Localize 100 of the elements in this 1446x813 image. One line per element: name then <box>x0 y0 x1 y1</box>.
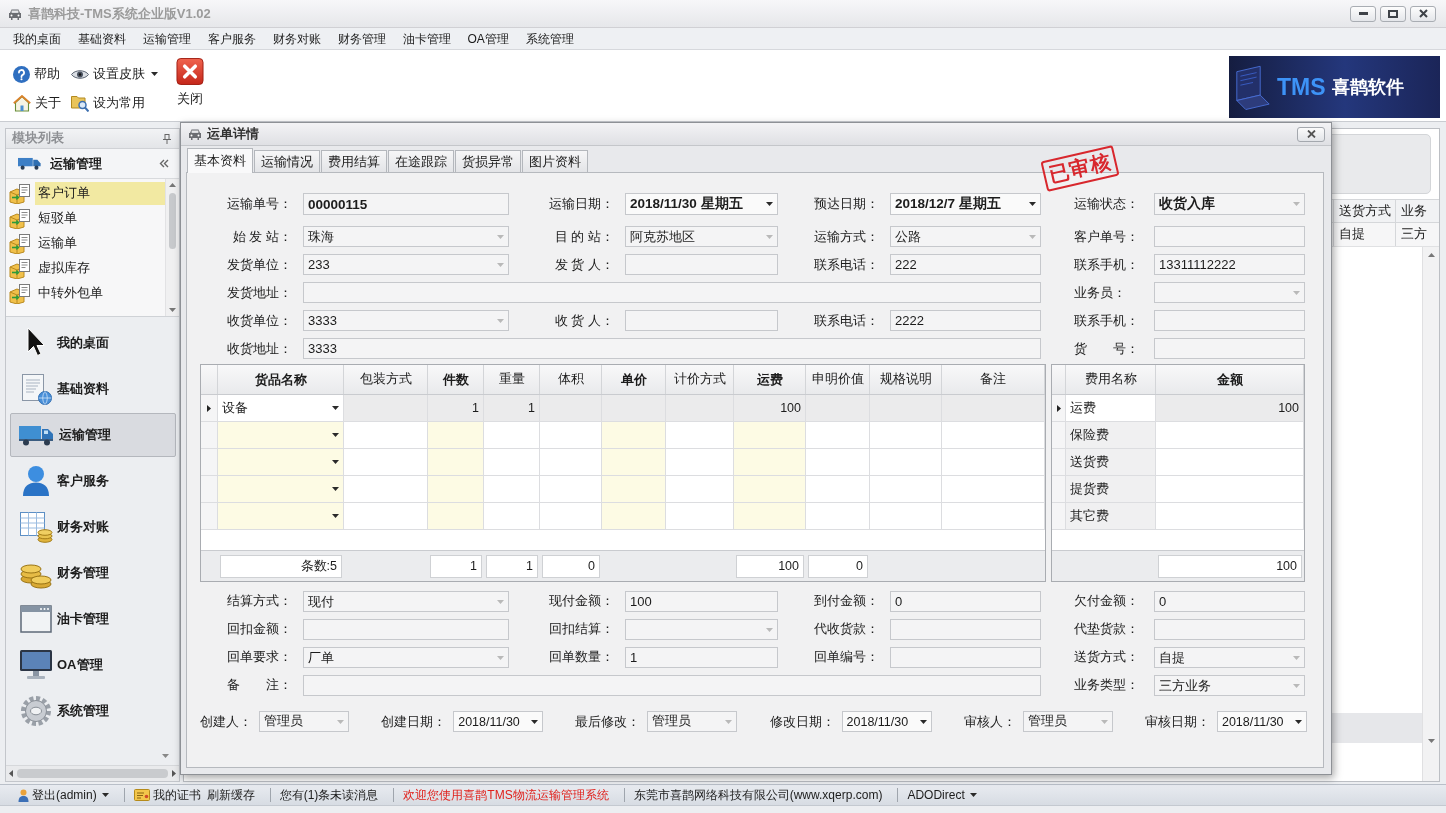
nav-item[interactable]: 基础资料 <box>10 367 176 411</box>
text-field[interactable]: 3333 <box>303 338 1041 359</box>
pin-icon[interactable] <box>163 133 171 144</box>
text-field[interactable]: 1 <box>625 647 778 668</box>
text-field[interactable]: 100 <box>625 591 778 612</box>
status-item[interactable]: 东莞市喜鹊网络科技有限公司(www.xqerp.com) <box>633 786 883 804</box>
dropdown-field[interactable]: 233 <box>303 254 509 275</box>
scrollbar-thumb[interactable] <box>17 769 168 778</box>
tab[interactable]: 图片资料 <box>522 150 588 172</box>
date-field[interactable]: 2018/11/30 <box>841 711 932 732</box>
text-field[interactable] <box>1154 310 1305 331</box>
dropdown-field[interactable]: 阿克苏地区 <box>625 226 778 247</box>
column-header[interactable]: 费用名称 <box>1066 365 1156 394</box>
row-selector[interactable] <box>1052 395 1066 421</box>
text-field[interactable] <box>303 282 1041 303</box>
menu-item[interactable]: 系统管理 <box>517 28 583 49</box>
scroll-up-icon[interactable] <box>1427 253 1435 257</box>
tab[interactable]: 基本资料 <box>187 148 253 173</box>
group-header[interactable]: 运输管理 <box>6 149 179 179</box>
status-item[interactable]: 您有(1)条未读消息 <box>279 786 379 804</box>
list-item[interactable]: 中转外包单 <box>6 281 165 306</box>
status-item[interactable]: 刷新缓存 <box>206 786 255 804</box>
text-field[interactable] <box>625 254 778 275</box>
scroll-down-icon[interactable] <box>162 754 169 758</box>
menu-item[interactable]: 客户服务 <box>199 28 264 49</box>
dropdown-field[interactable]: 收货入库 <box>1154 193 1305 215</box>
dropdown-field[interactable]: 厂单 <box>303 647 509 668</box>
menu-item[interactable]: 基础资料 <box>69 28 134 49</box>
text-field[interactable]: 222 <box>890 254 1041 275</box>
column-header[interactable]: 计价方式 <box>666 365 734 394</box>
tab[interactable]: 费用结算 <box>321 150 387 172</box>
menu-item[interactable]: 油卡管理 <box>394 28 459 49</box>
nav-item[interactable]: 客户服务 <box>10 459 176 503</box>
nav-item[interactable]: 运输管理 <box>10 413 176 457</box>
status-item[interactable]: 我的证书 <box>133 786 201 804</box>
scroll-up-icon[interactable] <box>169 183 176 187</box>
dropdown-field[interactable]: 珠海 <box>303 226 509 247</box>
column-header[interactable]: 备注 <box>942 365 1045 394</box>
dropdown-cell[interactable] <box>218 476 344 502</box>
list-item[interactable]: 运输单 <box>6 231 165 256</box>
column-header[interactable]: 货品名称 <box>218 365 344 394</box>
tab[interactable]: 货损异常 <box>455 150 521 172</box>
column-header[interactable]: 金额 <box>1156 365 1304 394</box>
dropdown-field[interactable]: 管理员 <box>647 711 738 732</box>
list-item[interactable]: 虚拟库存 <box>6 256 165 281</box>
scroll-down-icon[interactable] <box>169 308 176 312</box>
minimize-button[interactable] <box>1350 5 1376 22</box>
column-header[interactable]: 重量 <box>484 365 540 394</box>
date-field[interactable]: 2018/12/7 星期五 <box>890 193 1041 215</box>
row-selector[interactable] <box>201 395 218 421</box>
column-header[interactable]: 规格说明 <box>870 365 942 394</box>
dropdown-field[interactable]: 现付 <box>303 591 509 612</box>
menu-item[interactable]: OA管理 <box>459 28 518 49</box>
text-field[interactable]: 2222 <box>890 310 1041 331</box>
scroll-down-icon[interactable] <box>1427 739 1435 743</box>
text-field[interactable]: 0 <box>1154 591 1305 612</box>
text-field[interactable] <box>890 647 1041 668</box>
text-field[interactable] <box>890 619 1041 640</box>
dropdown-field[interactable]: 公路 <box>890 226 1041 247</box>
text-field[interactable] <box>1154 226 1305 247</box>
column-header[interactable]: 包装方式 <box>344 365 428 394</box>
toolbar-button[interactable]: 关于 <box>13 93 61 113</box>
text-field[interactable]: 00000115 <box>303 193 509 215</box>
vertical-scrollbar[interactable] <box>165 179 179 316</box>
dropdown-cell[interactable] <box>218 422 344 448</box>
dropdown-cell[interactable] <box>218 503 344 529</box>
nav-item[interactable]: 系统管理 <box>10 689 176 733</box>
column-header[interactable]: 件数 <box>428 365 484 394</box>
menu-item[interactable]: 运输管理 <box>134 28 199 49</box>
toolbar-button[interactable]: 帮助 <box>13 64 60 84</box>
dropdown-field[interactable]: 自提 <box>1154 647 1305 668</box>
date-field[interactable]: 2018/11/30 <box>453 711 544 732</box>
nav-item[interactable]: 油卡管理 <box>10 597 176 641</box>
scrollbar-thumb[interactable] <box>169 193 176 249</box>
date-field[interactable]: 2018/11/30 星期五 <box>625 193 778 215</box>
close-button[interactable] <box>1410 5 1436 22</box>
dropdown-field[interactable]: 3333 <box>303 310 509 331</box>
status-item[interactable]: 欢迎您使用喜鹊TMS物流运输管理系统 <box>403 786 609 804</box>
vertical-scrollbar[interactable] <box>1422 247 1439 781</box>
column-header[interactable]: 申明价值 <box>806 365 870 394</box>
text-field[interactable] <box>1154 619 1305 640</box>
toolbar-button[interactable]: 设置皮肤 <box>71 64 158 84</box>
text-field[interactable] <box>303 619 509 640</box>
text-field[interactable] <box>1154 338 1305 359</box>
nav-item[interactable]: 财务管理 <box>10 551 176 595</box>
maximize-button[interactable] <box>1380 5 1406 22</box>
column-header[interactable]: 业务 <box>1395 200 1439 222</box>
list-item[interactable]: 短驳单 <box>6 206 165 231</box>
dropdown-field[interactable]: 管理员 <box>259 711 349 732</box>
collapse-icon[interactable] <box>159 159 169 168</box>
dropdown-cell[interactable] <box>218 449 344 475</box>
nav-item[interactable]: 我的桌面 <box>10 321 176 365</box>
horizontal-scrollbar[interactable] <box>6 765 179 781</box>
tab[interactable]: 运输情况 <box>254 150 320 172</box>
status-item[interactable]: ADODirect <box>907 788 977 802</box>
status-item[interactable]: 登出(admin) <box>18 786 109 804</box>
column-header[interactable]: 单价 <box>602 365 666 394</box>
dropdown-field[interactable]: 管理员 <box>1022 711 1113 732</box>
menu-item[interactable]: 我的桌面 <box>4 28 69 49</box>
date-field[interactable]: 2018/11/30 <box>1216 711 1307 732</box>
